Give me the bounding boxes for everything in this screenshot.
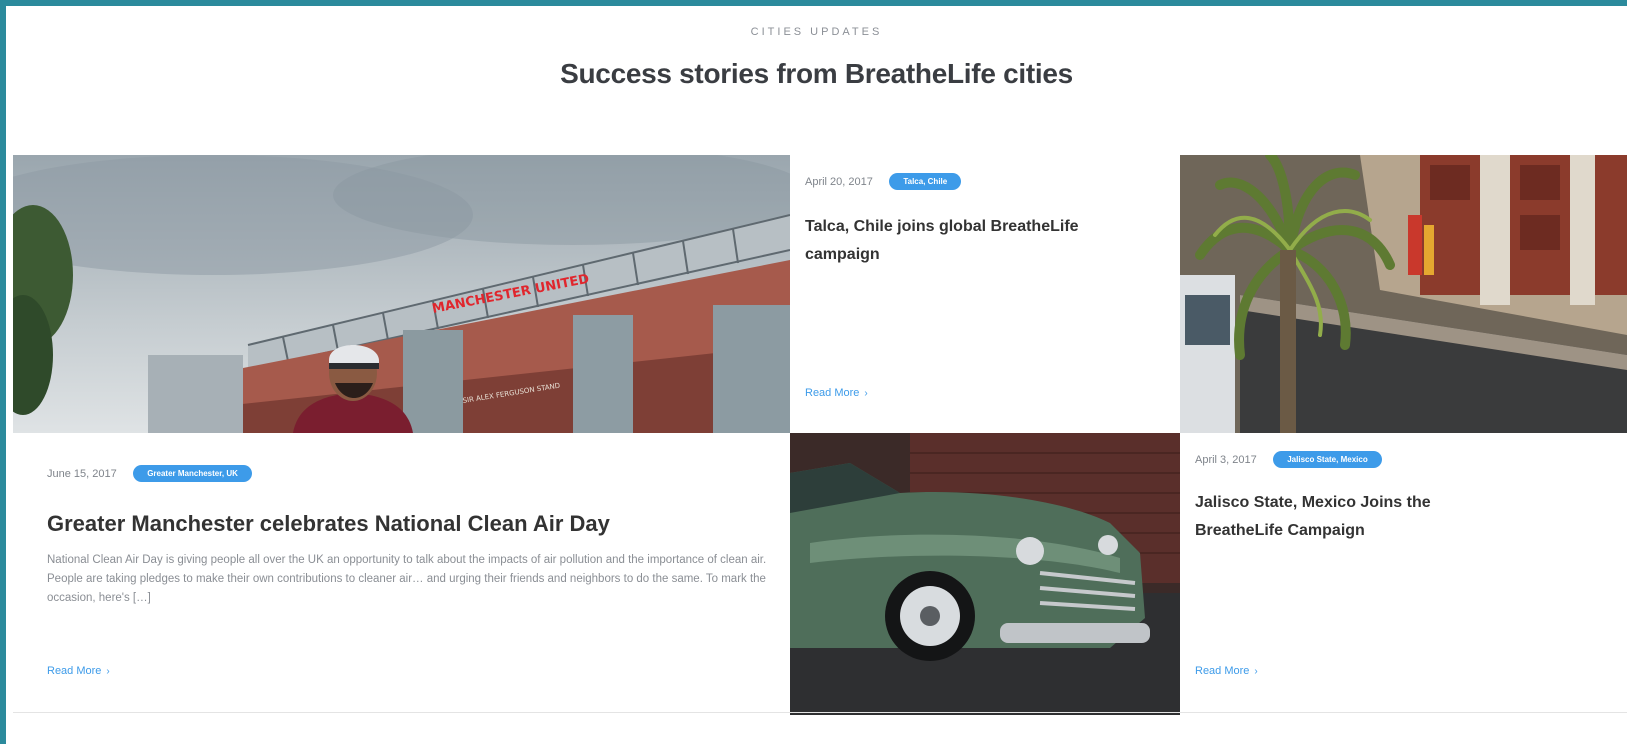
jalisco-date: April 3, 2017	[1195, 453, 1257, 466]
talca-read-more-label: Read More	[805, 387, 860, 399]
manchester-read-more-label: Read More	[47, 665, 102, 677]
chevron-right-icon: ›	[106, 666, 110, 677]
manchester-date: June 15, 2017	[47, 467, 117, 480]
section-eyebrow: CITIES UPDATES	[750, 26, 883, 38]
manchester-excerpt: National Clean Air Day is giving people …	[47, 554, 767, 604]
manchester-image[interactable]: MANCHESTER UNITED SIR ALEX FERGUSON STAN…	[13, 155, 790, 433]
talca-tag[interactable]: Talca, Chile	[889, 173, 962, 191]
jalisco-title[interactable]: Jalisco State, Mexico Joins the BreatheL…	[1195, 489, 1495, 545]
jalisco-read-more[interactable]: Read More ›	[1195, 665, 1258, 677]
talca-read-more[interactable]: Read More ›	[805, 387, 868, 399]
chevron-right-icon: ›	[864, 388, 868, 399]
jalisco-image[interactable]	[790, 433, 1180, 715]
jalisco-tag[interactable]: Jalisco State, Mexico	[1273, 451, 1382, 469]
chevron-right-icon: ›	[1254, 666, 1258, 677]
talca-image[interactable]	[1180, 155, 1627, 433]
manchester-tag[interactable]: Greater Manchester, UK	[133, 465, 252, 483]
stories-grid: MANCHESTER UNITED SIR ALEX FERGUSON STAN…	[13, 155, 1627, 715]
talca-title[interactable]: Talca, Chile joins global BreatheLife ca…	[805, 213, 1135, 269]
jalisco-card[interactable]: April 3, 2017 Jalisco State, Mexico Jali…	[1180, 433, 1627, 715]
manchester-card[interactable]: June 15, 2017 Greater Manchester, UK Gre…	[13, 433, 790, 715]
section-heading: Success stories from BreatheLife cities	[560, 58, 1073, 89]
manchester-title[interactable]: Greater Manchester celebrates National C…	[47, 509, 767, 539]
talca-card[interactable]: April 20, 2017 Talca, Chile Talca, Chile…	[790, 155, 1180, 433]
talca-date: April 20, 2017	[805, 175, 873, 188]
jalisco-read-more-label: Read More	[1195, 665, 1250, 677]
section-divider	[13, 712, 1627, 713]
manchester-read-more[interactable]: Read More ›	[47, 665, 110, 677]
page-frame: CITIES UPDATES Success stories from Brea…	[6, 6, 1627, 744]
